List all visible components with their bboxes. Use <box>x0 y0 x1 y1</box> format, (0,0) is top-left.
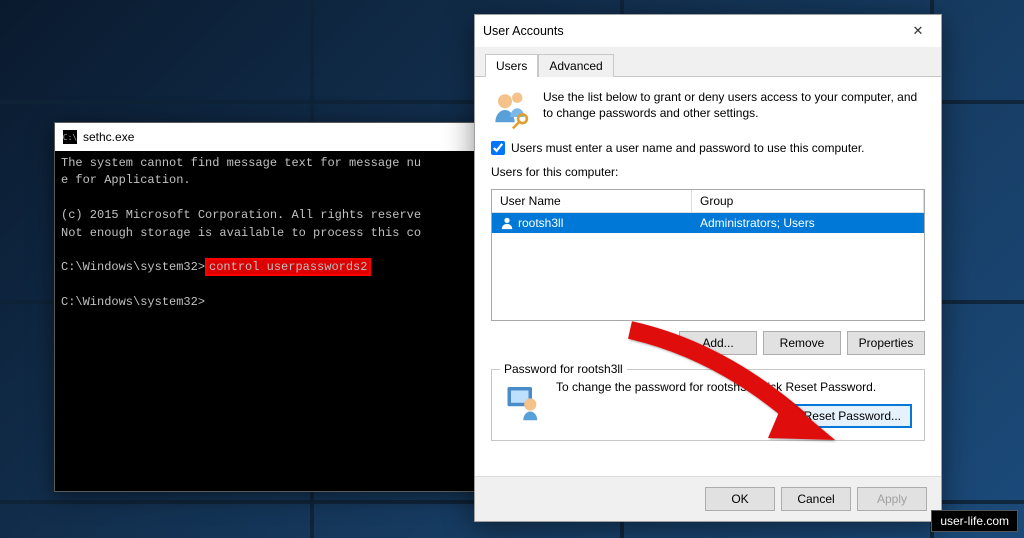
tab-advanced[interactable]: Advanced <box>538 54 613 77</box>
groupbox-title: Password for rootsh3ll <box>500 362 627 376</box>
password-text: To change the password for rootsh3ll, cl… <box>556 380 912 394</box>
users-list[interactable]: User Name Group rootsh3ll Administrators… <box>491 189 925 321</box>
dialog-titlebar[interactable]: User Accounts ✕ <box>475 15 941 47</box>
dialog-title: User Accounts <box>483 24 903 38</box>
password-groupbox: Password for rootsh3ll To change the pas… <box>491 369 925 441</box>
list-header[interactable]: User Name Group <box>492 190 924 213</box>
highlighted-command: control userpasswords2 <box>205 258 371 276</box>
dialog-footer: OK Cancel Apply <box>475 476 941 521</box>
reset-password-button[interactable]: Reset Password... <box>793 404 912 428</box>
col-group[interactable]: Group <box>692 190 924 212</box>
password-icon <box>504 380 546 422</box>
cmd-icon: C:\ <box>63 130 77 144</box>
command-prompt-window: C:\ sethc.exe The system cannot find mes… <box>54 122 524 492</box>
close-button[interactable]: ✕ <box>903 18 933 44</box>
remove-button[interactable]: Remove <box>763 331 841 355</box>
users-keys-icon <box>491 89 533 131</box>
list-buttons: Add... Remove Properties <box>491 331 925 355</box>
user-icon <box>500 216 514 230</box>
cmd-output[interactable]: The system cannot find message text for … <box>55 151 523 316</box>
must-enter-password-checkbox[interactable]: Users must enter a user name and passwor… <box>491 141 925 155</box>
watermark: user-life.com <box>931 510 1018 532</box>
add-button[interactable]: Add... <box>679 331 757 355</box>
intro-row: Use the list below to grant or deny user… <box>491 89 925 131</box>
checkbox-input[interactable] <box>491 141 505 155</box>
intro-text: Use the list below to grant or deny user… <box>543 89 925 121</box>
tab-row: Users Advanced <box>475 47 941 77</box>
ok-button[interactable]: OK <box>705 487 775 511</box>
users-list-label: Users for this computer: <box>491 165 925 179</box>
properties-button[interactable]: Properties <box>847 331 925 355</box>
cancel-button[interactable]: Cancel <box>781 487 851 511</box>
col-username[interactable]: User Name <box>492 190 692 212</box>
tab-users[interactable]: Users <box>485 54 538 77</box>
user-accounts-dialog: User Accounts ✕ Users Advanced Use the l… <box>474 14 942 522</box>
cmd-titlebar[interactable]: C:\ sethc.exe <box>55 123 523 151</box>
list-row-selected[interactable]: rootsh3ll Administrators; Users <box>492 213 924 233</box>
apply-button: Apply <box>857 487 927 511</box>
cmd-title-text: sethc.exe <box>83 130 134 144</box>
